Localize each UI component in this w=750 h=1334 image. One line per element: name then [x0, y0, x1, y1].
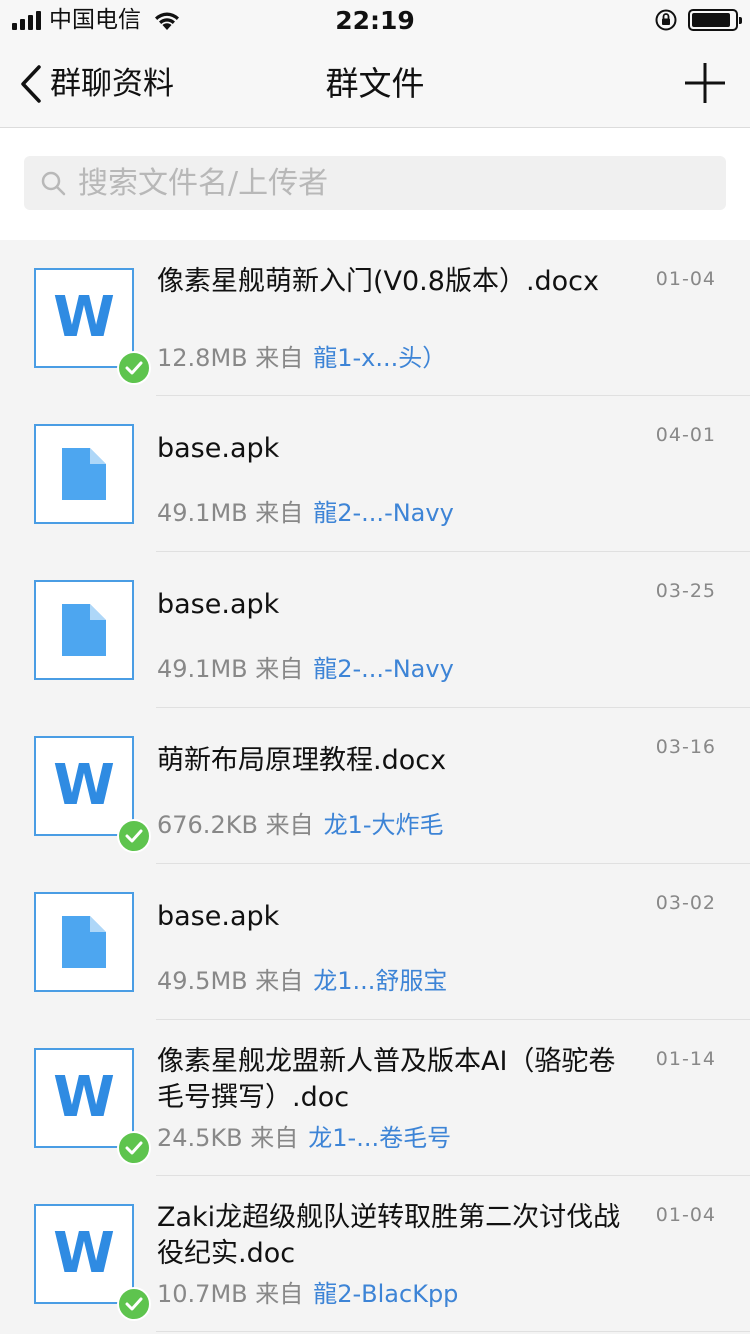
from-label: 来自 [255, 499, 304, 527]
add-icon[interactable] [684, 62, 726, 104]
file-name: base.apk [157, 589, 280, 620]
file-size: 49.1MB [157, 655, 248, 683]
word-doc-icon: W [34, 736, 134, 836]
word-doc-icon: W [34, 1204, 134, 1304]
uploader-name[interactable]: 龙1-大炸毛 [324, 811, 444, 839]
status-bar: 中国电信 22:19 [0, 0, 750, 40]
file-name: 萌新布局原理教程.docx [157, 745, 447, 776]
file-meta: 10.7MB 来自 龍2-BlacKpp [157, 1279, 458, 1309]
downloaded-check-icon [117, 351, 151, 385]
orientation-lock-icon [655, 9, 677, 31]
uploader-name[interactable]: 龍1-x...头） [313, 344, 446, 372]
status-right [654, 8, 742, 32]
file-icon [34, 580, 134, 680]
search-area [0, 128, 750, 240]
file-date: 03-16 [655, 736, 716, 758]
file-meta: 49.1MB 来自 龍2-...-Navy [157, 498, 454, 528]
word-doc-icon: W [34, 268, 134, 368]
downloaded-check-icon [117, 1287, 151, 1321]
search-box[interactable] [24, 156, 726, 210]
file-meta: 24.5KB 来自 龙1-...卷毛号 [157, 1123, 451, 1153]
file-icon [34, 424, 134, 524]
file-date: 01-14 [655, 1048, 716, 1070]
uploader-name[interactable]: 龍2-BlacKpp [313, 1280, 458, 1308]
file-row[interactable]: base.apk 49.1MB 来自 龍2-...-Navy 03-25 [0, 552, 750, 708]
row-divider [156, 1331, 750, 1332]
search-input[interactable] [78, 165, 678, 201]
from-label: 来自 [255, 1280, 304, 1308]
file-size: 10.7MB [157, 1280, 248, 1308]
file-row[interactable]: W 像素星舰龙盟新人普及版本AI（骆驼卷毛号撰写）.doc 24.5KB 来自龙… [0, 1020, 750, 1176]
from-label: 来自 [250, 1124, 299, 1152]
from-label: 来自 [255, 344, 304, 372]
file-row[interactable]: W Zaki龙超级舰队逆转取胜第二次讨伐战役纪实.doc 10.7MB 来自 龍2… [0, 1176, 750, 1332]
uploader-name[interactable]: 龙1-...卷毛号 [308, 1124, 451, 1152]
file-icon [34, 892, 134, 992]
clock: 22:19 [335, 6, 415, 35]
file-size: 49.1MB [157, 499, 248, 527]
file-row[interactable]: W 像素星舰萌新入门(V0.8版本）.docx 12.8MB 来自 龍1-x...… [0, 240, 750, 396]
file-row[interactable]: base.apk 49.1MB 来自 龍2-...-Navy 04-01 [0, 396, 750, 552]
file-date: 04-01 [655, 424, 716, 446]
file-name: base.apk [157, 433, 280, 464]
from-label: 来自 [255, 655, 304, 683]
uploader-name[interactable]: 龙1...舒服宝 [313, 967, 447, 995]
search-icon [41, 171, 66, 196]
file-name: Zaki龙超级舰队逆转取胜第二次讨伐战役纪实.doc [157, 1202, 621, 1269]
file-date: 01-04 [655, 1204, 716, 1226]
file-name: 像素星舰萌新入门(V0.8版本）.docx [157, 266, 600, 297]
battery-icon [688, 9, 742, 31]
file-meta: 12.8MB 来自 龍1-x...头） [157, 343, 446, 373]
file-row[interactable]: base.apk 49.5MB 来自 龙1...舒服宝 03-02 [0, 864, 750, 1020]
from-label: 来自 [255, 967, 304, 995]
downloaded-check-icon [117, 819, 151, 853]
file-name: base.apk [157, 901, 280, 932]
uploader-name[interactable]: 龍2-...-Navy [313, 499, 454, 527]
file-name: 像素星舰龙盟新人普及版本AI（骆驼卷毛号撰写）.doc [157, 1046, 616, 1113]
page-title: 群文件 [325, 64, 425, 103]
file-row[interactable]: W 萌新布局原理教程.docx 676.2KB 来自 龙1-大炸毛 03-16 [0, 708, 750, 864]
file-meta: 49.5MB 来自 龙1...舒服宝 [157, 966, 447, 996]
from-label: 来自 [265, 811, 314, 839]
file-size: 676.2KB [157, 811, 258, 839]
downloaded-check-icon [117, 1131, 151, 1165]
file-size: 12.8MB [157, 344, 248, 372]
uploader-name[interactable]: 龍2-...-Navy [313, 655, 454, 683]
file-date: 01-04 [655, 268, 716, 290]
file-meta: 676.2KB 来自 龙1-大炸毛 [157, 810, 444, 840]
nav-bar: 群聊资料 群文件 [0, 40, 750, 128]
file-size: 24.5KB [157, 1124, 243, 1152]
word-doc-icon: W [34, 1048, 134, 1148]
file-list: W 像素星舰萌新入门(V0.8版本）.docx 12.8MB 来自 龍1-x...… [0, 240, 750, 1332]
file-meta: 49.1MB 来自 龍2-...-Navy [157, 654, 454, 684]
file-date: 03-02 [655, 892, 716, 914]
file-size: 49.5MB [157, 967, 248, 995]
file-date: 03-25 [655, 580, 716, 602]
